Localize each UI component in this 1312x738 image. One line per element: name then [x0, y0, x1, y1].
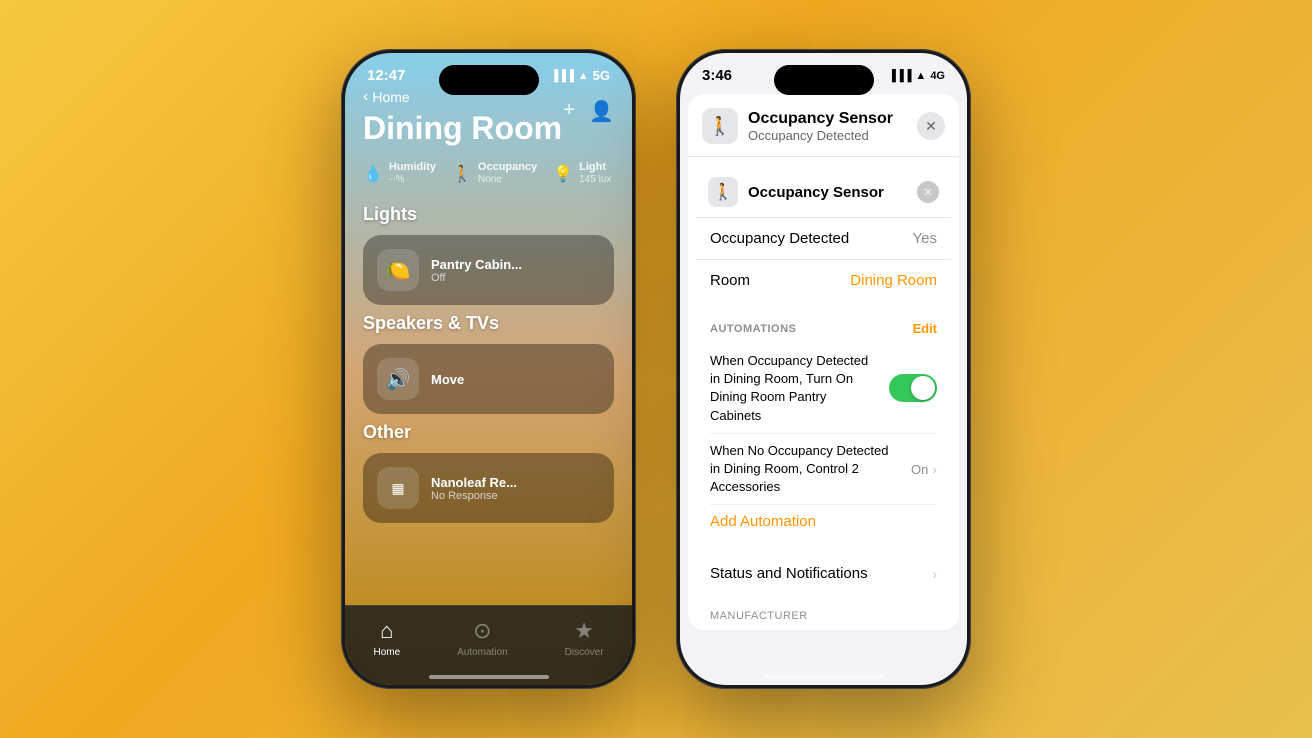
nanoleaf-info: Nanoleaf Re... No Response [431, 475, 600, 502]
automation-2-control: On › [911, 461, 937, 477]
automation-tab-label: Automation [457, 647, 508, 658]
tab-bar: ⌂ Home ⊙ Automation ★ Discover [345, 605, 632, 685]
detail-header-text: Occupancy Sensor Occupancy Detected [748, 110, 907, 143]
room-row: Room Dining Room [696, 260, 951, 301]
pantry-icon-box: 🍋 [377, 249, 419, 291]
nanoleaf-icon-box: ▦ [377, 467, 419, 509]
lte-icon: 4G [930, 70, 945, 82]
phone-occupancy-detail: 3:46 ▐▐▐ ▲ 4G 🚶 Occupancy Sensor Occupan… [676, 49, 971, 689]
sensor-humidity: 💧 Humidity --% [363, 161, 436, 186]
detail-sheet-icon: 🚶 [702, 108, 738, 144]
wifi-icon: ▲ [578, 70, 589, 82]
status-icons-1: ▐▐▐ ▲ 5G [550, 68, 610, 83]
room-label: Room [710, 272, 750, 289]
automation-2-text: When No Occupancy Detected in Dining Roo… [710, 442, 911, 497]
move-name: Move [431, 372, 600, 387]
automation-1-text: When Occupancy Detected in Dining Room, … [710, 352, 889, 425]
pantry-info: Pantry Cabin... Off [431, 257, 600, 284]
back-label: Home [372, 89, 409, 105]
tab-automation[interactable]: ⊙ Automation [457, 618, 508, 658]
sensor-occupancy: 🚶 Occupancy None [452, 161, 537, 186]
discover-tab-label: Discover [565, 647, 604, 658]
home-tab-icon: ⌂ [380, 618, 393, 644]
tab-discover[interactable]: ★ Discover [565, 618, 604, 658]
speakers-section-title: Speakers & TVs [363, 313, 614, 334]
back-chevron: ‹ [363, 88, 368, 106]
time-2: 3:46 [702, 67, 732, 84]
light-val: 145 lux [579, 174, 611, 186]
humidity-label: Humidity [389, 161, 436, 174]
detail-sheet: 🚶 Occupancy Sensor Occupancy Detected ✕ … [688, 94, 959, 630]
occupancy-detected-value: Yes [913, 230, 937, 247]
phone1-content: ‹ Home + 👤 Dining Room 💧 Humidity --% [345, 88, 632, 523]
occupancy-val: None [478, 174, 537, 186]
automations-label: Automations [710, 323, 796, 335]
automations-section: Automations Edit When Occupancy Detected… [696, 311, 951, 541]
manufacturer-label: Manufacturer [688, 606, 959, 630]
sensor-detail-card: 🚶 Occupancy Sensor ✕ Occupancy Detected … [696, 167, 951, 301]
move-icon-box: 🔊 [377, 358, 419, 400]
humidity-val: --% [389, 174, 436, 186]
automations-header: Automations Edit [710, 321, 937, 336]
add-icon[interactable]: + [563, 99, 575, 124]
time-1: 12:47 [367, 67, 405, 84]
home-indicator-2 [764, 675, 884, 679]
humidity-icon: 💧 [363, 164, 383, 184]
status-chevron-icon: › [932, 566, 937, 582]
automation-1-toggle[interactable] [889, 374, 937, 402]
occupancy-label: Occupancy [478, 161, 537, 174]
edit-button[interactable]: Edit [912, 321, 937, 336]
chevron-right-icon: › [932, 461, 937, 477]
home-indicator [429, 675, 549, 679]
nanoleaf-name: Nanoleaf Re... [431, 475, 600, 490]
add-automation-label: Add Automation [710, 513, 816, 530]
sensor-card-header-row: 🚶 Occupancy Sensor ✕ [696, 167, 951, 218]
light-icon: 💡 [553, 164, 573, 184]
dynamic-island [439, 65, 539, 95]
status-notifications-row[interactable]: Status and Notifications › [696, 551, 951, 596]
status-notifications-label: Status and Notifications [710, 565, 868, 582]
sensor-walk-icon: 🚶 [708, 177, 738, 207]
detail-title: Occupancy Sensor [748, 110, 907, 128]
signal-icon-2: ▐▐▐ [888, 70, 911, 82]
pantry-name: Pantry Cabin... [431, 257, 600, 272]
lights-section-title: Lights [363, 204, 614, 225]
nanoleaf-status: No Response [431, 490, 600, 502]
nanoleaf-card[interactable]: ▦ Nanoleaf Re... No Response [363, 453, 614, 523]
detail-sheet-header: 🚶 Occupancy Sensor Occupancy Detected ✕ [688, 94, 959, 157]
occupancy-icon: 🚶 [452, 164, 472, 184]
sensor-card-title: Occupancy Sensor [748, 184, 907, 201]
dynamic-island-2 [774, 65, 874, 95]
pantry-cabinet-card[interactable]: 🍋 Pantry Cabin... Off [363, 235, 614, 305]
signal-icon: ▐▐▐ [550, 70, 573, 82]
occupancy-detected-label: Occupancy Detected [710, 230, 849, 247]
person-icon[interactable]: 👤 [589, 99, 614, 124]
phone-dining-room: 12:47 ▐▐▐ ▲ 5G ‹ Home + 👤 Dining Room [341, 49, 636, 689]
tab-home[interactable]: ⌂ Home [373, 618, 400, 658]
status-icons-2: ▐▐▐ ▲ 4G [888, 70, 945, 82]
discover-tab-icon: ★ [574, 618, 594, 644]
wifi-icon-2: ▲ [915, 70, 926, 82]
home-tab-label: Home [373, 647, 400, 658]
on-label: On [911, 462, 928, 477]
top-actions: + 👤 [563, 99, 614, 124]
sensor-light: 💡 Light 145 lux [553, 161, 611, 186]
automation-item-2[interactable]: When No Occupancy Detected in Dining Roo… [710, 434, 937, 506]
other-section-title: Other [363, 422, 614, 443]
battery-icon: 5G [593, 68, 610, 83]
pantry-status: Off [431, 272, 600, 284]
add-automation[interactable]: Add Automation [710, 505, 937, 531]
light-label: Light [579, 161, 611, 174]
room-value: Dining Room [850, 272, 937, 289]
occupancy-detected-row: Occupancy Detected Yes [696, 218, 951, 260]
sensor-row: 💧 Humidity --% 🚶 Occupancy None 💡 [363, 161, 614, 186]
automation-item-1: When Occupancy Detected in Dining Room, … [710, 344, 937, 434]
sensor-card-close[interactable]: ✕ [917, 181, 939, 203]
detail-subtitle: Occupancy Detected [748, 128, 907, 143]
move-card[interactable]: 🔊 Move [363, 344, 614, 414]
close-button[interactable]: ✕ [917, 112, 945, 140]
automation-tab-icon: ⊙ [473, 618, 491, 644]
move-info: Move [431, 372, 600, 387]
